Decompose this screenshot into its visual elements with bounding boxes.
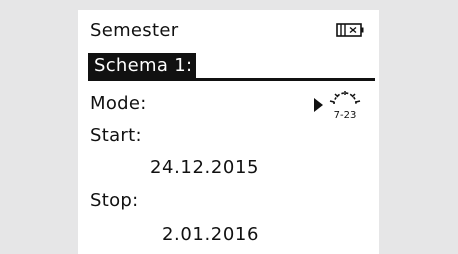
schema-label[interactable]: Schema 1: [88, 53, 197, 79]
device-screen: Semester Schema 1: Mode: 7-23 Start: 24.… [78, 10, 379, 254]
start-label: Start: [90, 125, 142, 146]
mode-label: Mode: [90, 93, 147, 114]
divider [88, 78, 375, 81]
page-title: Semester [90, 20, 179, 41]
holiday-sun-icon[interactable]: 7-23 [328, 90, 362, 120]
stop-date-value[interactable]: 2.01.2016 [162, 224, 259, 246]
play-arrow-icon[interactable] [313, 98, 323, 112]
battery-icon [336, 23, 364, 37]
start-date-value[interactable]: 24.12.2015 [150, 157, 259, 179]
mode-icon-text: 7-23 [334, 110, 357, 120]
stop-label: Stop: [90, 190, 139, 211]
